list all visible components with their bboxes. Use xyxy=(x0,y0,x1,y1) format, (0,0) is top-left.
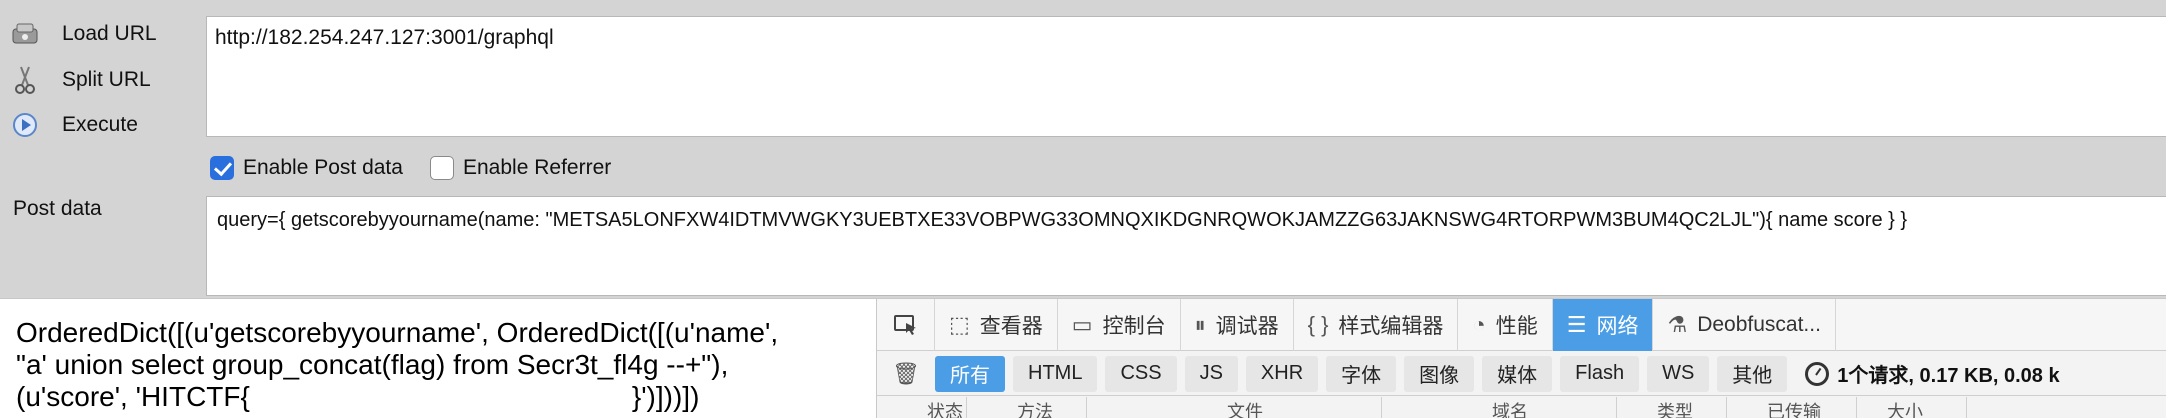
filter-fonts[interactable]: 字体 xyxy=(1326,355,1397,392)
performance-icon: ◔ xyxy=(1472,312,1486,337)
element-picker-icon xyxy=(893,315,916,335)
tab-network[interactable]: ☰ 网络 xyxy=(1552,299,1654,351)
load-url-button[interactable]: Load URL xyxy=(0,12,200,56)
filter-all[interactable]: 所有 xyxy=(935,355,1005,392)
response-line-1: OrderedDict([(u'getscorebyyourname', Ord… xyxy=(16,317,779,348)
element-picker-button[interactable] xyxy=(877,299,935,351)
load-url-label: Load URL xyxy=(62,22,157,45)
hackbar-panel: Load URL Split URL Execute http://182.25… xyxy=(0,0,2166,298)
enable-post-data-label: Enable Post data xyxy=(243,156,403,179)
clear-requests-button[interactable]: 🗑 xyxy=(877,361,935,387)
clock-icon xyxy=(1805,361,1830,386)
filter-html[interactable]: HTML xyxy=(1013,355,1098,392)
unchecked-icon[interactable] xyxy=(430,156,454,180)
column-status[interactable]: 状态 xyxy=(877,397,967,418)
play-icon xyxy=(10,110,40,140)
enable-referrer-checkbox[interactable]: Enable Referrer xyxy=(430,156,611,180)
filter-xhr[interactable]: XHR xyxy=(1245,355,1319,392)
debugger-icon: ⏸ xyxy=(1194,312,1206,337)
checked-icon[interactable] xyxy=(210,156,234,180)
filter-js[interactable]: JS xyxy=(1184,355,1238,392)
post-data-textarea[interactable]: query={ getscorebyyourname(name: "METSA5… xyxy=(206,196,2166,296)
split-url-label: Split URL xyxy=(62,68,151,91)
response-line-3: (u'score', 'HITCTF{ }')]))]) xyxy=(16,381,868,413)
inspector-icon: ⬚ xyxy=(949,312,970,337)
tab-performance[interactable]: ◔ 性能 xyxy=(1458,299,1553,351)
trash-icon: 🗑 xyxy=(892,360,920,386)
tab-inspector[interactable]: ⬚ 查看器 xyxy=(935,299,1058,351)
enable-referrer-label: Enable Referrer xyxy=(463,156,612,179)
execute-label: Execute xyxy=(62,113,138,136)
devtools-tabbar: ⬚ 查看器 ▭ 控制台 ⏸ 调试器 { } 样式编辑器 ◔ 性能 ☰ 网络 ⚗ … xyxy=(877,299,2166,351)
filter-other[interactable]: 其他 xyxy=(1717,355,1788,392)
url-textarea[interactable]: http://182.254.247.127:3001/graphql xyxy=(206,16,2166,137)
filter-flash[interactable]: Flash xyxy=(1560,355,1640,392)
console-icon: ▭ xyxy=(1071,312,1093,337)
network-summary-text: 1个请求, 0.17 KB, 0.08 k xyxy=(1837,365,2060,387)
deobfuscator-icon: ⚗ xyxy=(1667,312,1688,337)
execute-button[interactable]: Execute xyxy=(0,103,200,147)
response-body: OrderedDict([(u'getscorebyyourname', Ord… xyxy=(0,298,876,418)
response-line-3-start: (u'score', 'HITCTF{ xyxy=(16,381,250,412)
network-filter-bar: 🗑 所有 HTML CSS JS XHR 字体 图像 媒体 Flash WS 其… xyxy=(877,352,2166,396)
response-line-3-end: }')]))]) xyxy=(631,381,700,412)
column-domain[interactable]: 域名 xyxy=(1382,397,1617,418)
tab-console[interactable]: ▭ 控制台 xyxy=(1058,299,1181,351)
column-size[interactable]: 大小 xyxy=(1857,397,1967,418)
filter-ws[interactable]: WS xyxy=(1647,355,1710,392)
column-file[interactable]: 文件 xyxy=(1087,397,1382,418)
post-data-label: Post data xyxy=(13,197,102,220)
load-url-icon xyxy=(10,19,40,49)
style-editor-icon: { } xyxy=(1307,312,1329,337)
response-line-2: "a' union select group_concat(flag) from… xyxy=(16,349,729,380)
split-url-button[interactable]: Split URL xyxy=(0,58,200,102)
network-icon: ☰ xyxy=(1566,312,1587,337)
filter-media[interactable]: 媒体 xyxy=(1482,355,1553,392)
network-summary: 1个请求, 0.17 KB, 0.08 k xyxy=(1805,359,2060,388)
devtools-panel: ⬚ 查看器 ▭ 控制台 ⏸ 调试器 { } 样式编辑器 ◔ 性能 ☰ 网络 ⚗ … xyxy=(876,298,2166,418)
enable-post-data-checkbox[interactable]: Enable Post data xyxy=(210,156,403,180)
scissors-icon xyxy=(10,65,40,95)
filter-css[interactable]: CSS xyxy=(1105,355,1177,392)
tab-debugger[interactable]: ⏸ 调试器 xyxy=(1181,299,1294,351)
column-type[interactable]: 类型 xyxy=(1617,397,1727,418)
column-method[interactable]: 方法 xyxy=(967,397,1087,418)
filter-images[interactable]: 图像 xyxy=(1404,355,1475,392)
network-table-header: 状态 方法 文件 域名 类型 已传输 大小 xyxy=(877,397,2166,418)
tab-deobfuscator[interactable]: ⚗ Deobfuscat... xyxy=(1653,299,1836,351)
tab-style-editor[interactable]: { } 样式编辑器 xyxy=(1294,299,1459,351)
column-transferred[interactable]: 已传输 xyxy=(1727,397,1857,418)
